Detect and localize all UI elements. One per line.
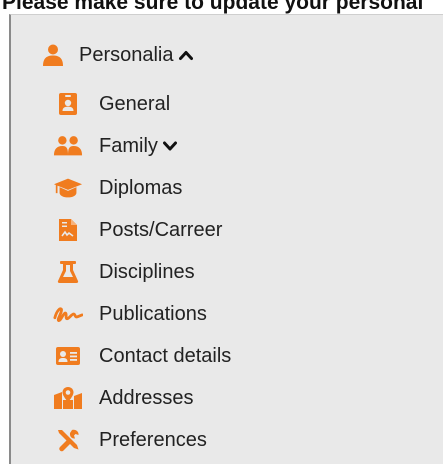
menu-item-preferences-label: Preferences [99, 428, 207, 451]
users-icon [53, 133, 83, 159]
update-notice-text: Please make sure to update your personal [2, 0, 424, 14]
menu-item-posts-carreer-label: Posts/Carreer [99, 218, 223, 241]
menu-item-publications[interactable]: Publications [53, 299, 207, 329]
menu-item-posts-carreer[interactable]: Posts/Carreer [53, 215, 222, 245]
tools-icon [53, 427, 83, 453]
menu-item-diplomas[interactable]: Diplomas [53, 173, 182, 203]
address-card-icon [53, 343, 83, 369]
menu-item-personalia[interactable]: Personalia [37, 40, 193, 70]
menu-item-family[interactable]: Family [53, 131, 177, 161]
menu-item-disciplines-label: Disciplines [99, 260, 195, 283]
menu-item-disciplines[interactable]: Disciplines [53, 257, 195, 287]
user-icon [37, 42, 69, 68]
file-signature-icon [53, 217, 83, 243]
flask-icon [53, 259, 83, 285]
sidebar-menu-panel: Personalia General Family Diplomas Posts… [9, 14, 443, 464]
menu-item-personalia-label: Personalia [79, 43, 174, 66]
map-marked-icon [53, 385, 83, 411]
update-notice-banner: Please make sure to update your personal [0, 0, 443, 14]
signature-icon [53, 301, 83, 327]
menu-item-general[interactable]: General [53, 89, 170, 119]
menu-item-family-label: Family [99, 134, 158, 157]
menu-item-contact-details-label: Contact details [99, 344, 232, 367]
menu-item-general-label: General [99, 92, 171, 115]
menu-item-diplomas-label: Diplomas [99, 176, 183, 199]
menu-item-addresses[interactable]: Addresses [53, 383, 194, 413]
chevron-up-icon [178, 49, 193, 61]
id-badge-icon [53, 91, 83, 117]
menu-item-contact-details[interactable]: Contact details [53, 341, 231, 371]
menu-item-preferences[interactable]: Preferences [53, 425, 207, 455]
chevron-down-icon [162, 140, 177, 152]
graduation-cap-icon [53, 175, 83, 201]
menu-item-publications-label: Publications [99, 302, 207, 325]
menu-item-addresses-label: Addresses [99, 386, 194, 409]
